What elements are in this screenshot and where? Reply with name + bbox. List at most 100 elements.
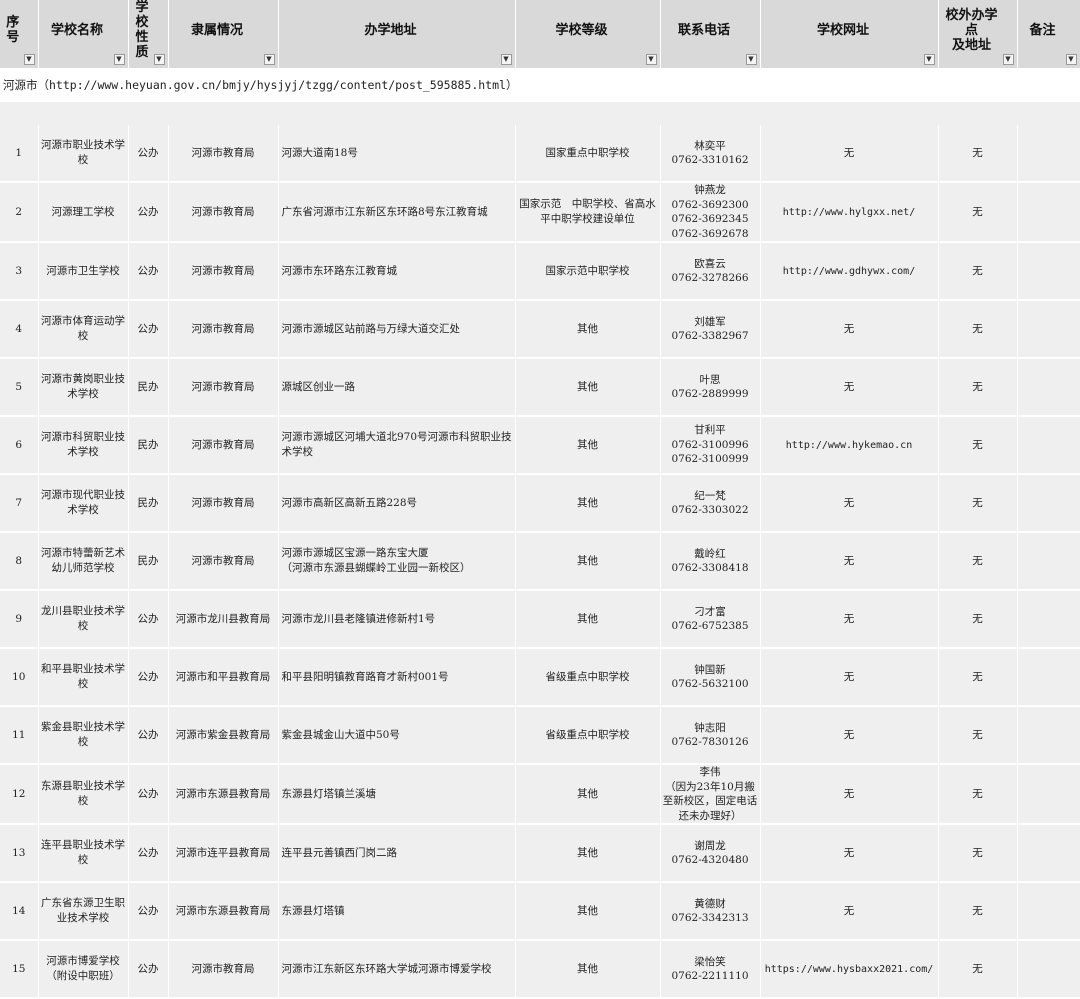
cell-no: 8: [0, 532, 39, 591]
filter-dropdown-icon[interactable]: ▼: [153, 54, 165, 65]
cell-remark: [1017, 358, 1080, 417]
cell-school-name: 东源县职业技术学校: [38, 764, 129, 825]
cell-nature: 民办: [128, 474, 169, 533]
filter-dropdown-icon[interactable]: ▼: [1065, 54, 1077, 65]
filter-dropdown-icon[interactable]: ▼: [745, 54, 757, 65]
header-col-website: 学校网址 ▼: [760, 0, 939, 68]
cell-no: 7: [0, 474, 39, 533]
cell-school-name: 河源市博爱学校（附设中职班）: [38, 940, 129, 999]
cell-school-name: 和平县职业技术学校: [38, 648, 129, 707]
cell-address: 广东省河源市江东新区东环路8号东江教育城: [278, 182, 516, 243]
table-row: 10 和平县职业技术学校 公办 河源市和平县教育局 和平县阳明镇教育路育才新村001号省…: [0, 648, 1080, 707]
cell-nature: 公办: [128, 940, 169, 999]
cell-address: 河源市源城区站前路与万绿大道交汇处: [278, 300, 516, 359]
cell-address: 连平县元善镇西门岗二路: [278, 824, 516, 883]
cell-level: 其他: [515, 764, 661, 825]
filter-dropdown-icon[interactable]: ▼: [1002, 54, 1014, 65]
cell-affiliation: 河源市教育局: [168, 300, 279, 359]
table-row: 2 河源理工学校 公办 河源市教育局 广东省河源市江东新区东环路8号东江教育城 国家示范 …: [0, 182, 1080, 243]
cell-address: 和平县阳明镇教育路育才新村001号: [278, 648, 516, 707]
school-table: 序号 ▼ 学校名称 ▼ 学校 性质 ▼ 隶属情况 ▼ 办学地址 ▼ 学校等级 ▼ 联系电话 ▼ 学校网址 ▼ 校…: [0, 0, 1080, 999]
cell-offsite: 无: [938, 824, 1018, 883]
cell-phone: 戴岭红 0762-3308418: [660, 532, 761, 591]
cell-remark: [1017, 706, 1080, 765]
cell-no: 4: [0, 300, 39, 359]
cell-website: 无: [760, 358, 939, 417]
cell-school-name: 龙川县职业技术学校: [38, 590, 129, 649]
cell-level: 其他: [515, 882, 661, 941]
cell-remark: [1017, 182, 1080, 243]
cell-remark: [1017, 125, 1080, 183]
cell-phone: 黄德财 0762-3342313: [660, 882, 761, 941]
cell-level: 省级重点中职学校: [515, 706, 661, 765]
cell-offsite: 无: [938, 706, 1018, 765]
cell-school-name: 河源市现代职业技术学校: [38, 474, 129, 533]
filter-dropdown-icon[interactable]: ▼: [263, 54, 275, 65]
cell-no: 11: [0, 706, 39, 765]
cell-no: 10: [0, 648, 39, 707]
table-row: 13 连平县职业技术学校 公办 河源市连平县教育局 连平县元善镇西门岗二路 其他 谢周龙 0…: [0, 824, 1080, 883]
cell-remark: [1017, 824, 1080, 883]
cell-offsite: 无: [938, 125, 1018, 183]
cell-phone: 叶思 0762-2889999: [660, 358, 761, 417]
cell-nature: 民办: [128, 358, 169, 417]
cell-school-name: 河源市卫生学校: [38, 242, 129, 301]
cell-level: 省级重点中职学校: [515, 648, 661, 707]
cell-school-name: 紫金县职业技术学校: [38, 706, 129, 765]
filter-dropdown-icon[interactable]: ▼: [923, 54, 935, 65]
cell-phone: 刘雄军 0762-3382967: [660, 300, 761, 359]
cell-level: 国家示范 中职学校、省高水平中职学校建设单位: [515, 182, 661, 243]
cell-address: 河源市龙川县老隆镇进修新村1号: [278, 590, 516, 649]
cell-no: 13: [0, 824, 39, 883]
header-col-address: 办学地址 ▼: [278, 0, 516, 68]
cell-remark: [1017, 300, 1080, 359]
cell-phone: 钟国新 0762-5632100: [660, 648, 761, 707]
cell-school-name: 广东省东源卫生职业技术学校: [38, 882, 129, 941]
table-row: 12 东源县职业技术学校 公办 河源市东源县教育局 东源县灯塔镇兰溪塘 其他 李伟 （因为2…: [0, 764, 1080, 825]
filter-dropdown-icon[interactable]: ▼: [113, 54, 125, 65]
cell-nature: 民办: [128, 532, 169, 591]
cell-level: 其他: [515, 940, 661, 999]
cell-affiliation: 河源市教育局: [168, 416, 279, 475]
header-label: 序号: [6, 15, 20, 45]
cell-phone: 欧喜云 0762-3278266: [660, 242, 761, 301]
cell-level: 其他: [515, 358, 661, 417]
cell-affiliation: 河源市教育局: [168, 532, 279, 591]
cell-website: http://www.hykemao.cn: [760, 416, 939, 475]
table-row: 8 河源市特蕾新艺术幼儿师范学校 民办 河源市教育局 河源市源城区宝源一路东宝大厦 （河…: [0, 532, 1080, 591]
cell-address: 河源市源城区宝源一路东宝大厦 （河源市东源县蝴蝶岭工业园一新校区）: [278, 532, 516, 591]
cell-school-name: 河源理工学校: [38, 182, 129, 243]
cell-affiliation: 河源市东源县教育局: [168, 764, 279, 825]
table-row: 6 河源市科贸职业技术学校 民办 河源市教育局 河源市源城区河埔大道北970号河源市科贸…: [0, 416, 1080, 475]
cell-nature: 公办: [128, 590, 169, 649]
cell-level: 国家重点中职学校: [515, 125, 661, 183]
cell-remark: [1017, 416, 1080, 475]
filter-dropdown-icon[interactable]: ▼: [645, 54, 657, 65]
cell-no: 5: [0, 358, 39, 417]
cell-nature: 公办: [128, 882, 169, 941]
header-col-phone: 联系电话 ▼: [660, 0, 761, 68]
cell-level: 国家示范中职学校: [515, 242, 661, 301]
cell-nature: 公办: [128, 182, 169, 243]
spacer-row: [0, 102, 1080, 125]
cell-affiliation: 河源市和平县教育局: [168, 648, 279, 707]
cell-offsite: 无: [938, 300, 1018, 359]
cell-remark: [1017, 590, 1080, 649]
cell-phone: 梁怡笑 0762-2211110: [660, 940, 761, 999]
header-label: 学校网址: [816, 22, 869, 38]
cell-website: 无: [760, 824, 939, 883]
filter-dropdown-icon[interactable]: ▼: [23, 54, 35, 65]
header-col-no: 序号 ▼: [0, 0, 39, 68]
table-row: 4 河源市体育运动学校 公办 河源市教育局 河源市源城区站前路与万绿大道交汇处 其他 刘雄军…: [0, 300, 1080, 359]
cell-address: 源城区创业一路: [278, 358, 516, 417]
header-col-nature: 学校 性质 ▼: [128, 0, 169, 68]
table-row: 11 紫金县职业技术学校 公办 河源市紫金县教育局 紫金县城金山大道中50号 省级重点中职…: [0, 706, 1080, 765]
cell-offsite: 无: [938, 882, 1018, 941]
filter-dropdown-icon[interactable]: ▼: [500, 54, 512, 65]
cell-level: 其他: [515, 824, 661, 883]
cell-address: 东源县灯塔镇: [278, 882, 516, 941]
cell-affiliation: 河源市教育局: [168, 125, 279, 183]
cell-school-name: 河源市体育运动学校: [38, 300, 129, 359]
cell-level: 其他: [515, 532, 661, 591]
cell-nature: 公办: [128, 300, 169, 359]
